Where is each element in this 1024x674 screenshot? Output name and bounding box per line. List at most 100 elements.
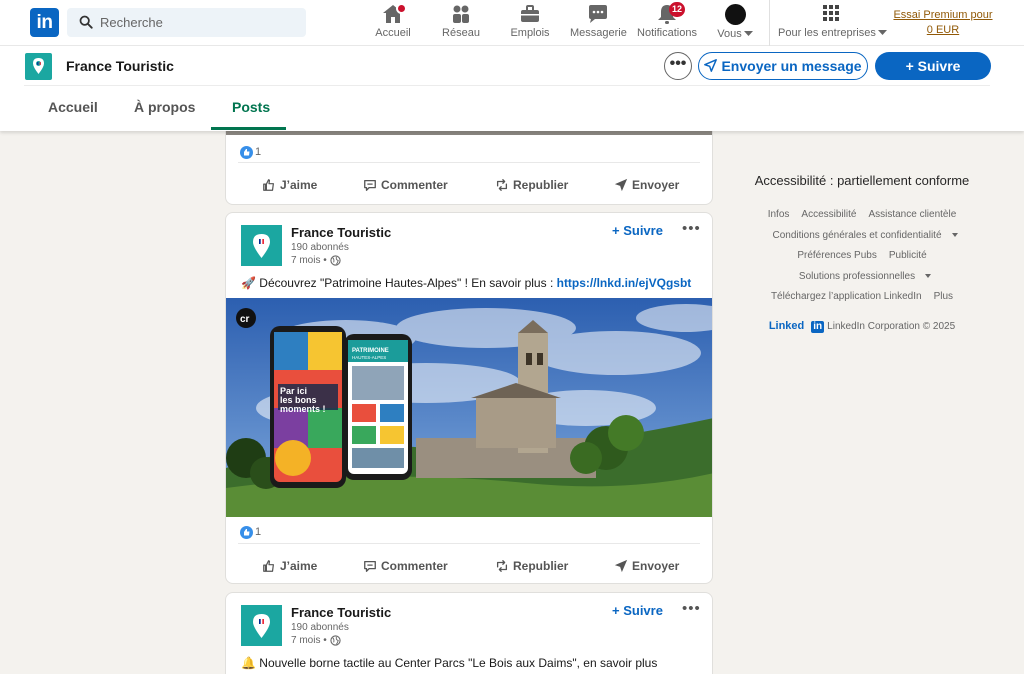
footer-link-business[interactable]: Solutions professionnelles	[793, 271, 932, 282]
accessibility-status[interactable]: Accessibilité : partiellement conforme	[735, 173, 989, 188]
send-message-label: Envoyer un message	[721, 58, 862, 74]
comment-icon	[364, 560, 376, 572]
footer-link-advertising[interactable]: Publicité	[889, 250, 927, 261]
nav-me-label-wrap: Vous	[712, 28, 758, 40]
author-logo[interactable]	[241, 225, 282, 266]
reaction-count[interactable]: 1	[240, 145, 261, 159]
post-time: 7 mois •	[291, 635, 341, 646]
follower-count: 190 abonnés	[291, 622, 349, 633]
follow-link[interactable]: + Suivre	[612, 223, 663, 238]
action-divider	[238, 543, 700, 544]
tab-about[interactable]: À propos	[134, 99, 195, 131]
page-header: France Touristic ••• Envoyer un message …	[0, 46, 1024, 131]
post-time: 7 mois •	[291, 255, 341, 266]
map-pin-icon	[253, 234, 270, 258]
bell-emoji-icon: 🔔	[241, 656, 256, 670]
repost-icon	[496, 178, 508, 191]
post-actions: J’aime Commenter Republier Envoyer	[226, 548, 712, 583]
nav-me-label: Vous	[717, 28, 742, 40]
home-icon	[381, 3, 407, 25]
send-button[interactable]: Envoyer	[614, 167, 679, 203]
copyright-text: LinkedIn Corporation © 2025	[827, 321, 956, 333]
post-author[interactable]: France Touristic	[291, 605, 391, 620]
like-button[interactable]: J’aime	[262, 167, 317, 203]
footer-links-row: Conditions générales et confidentialité	[735, 230, 989, 241]
like-label: J’aime	[280, 178, 318, 192]
linkedin-wordmark: Linked in	[763, 320, 825, 333]
linkedin-logo[interactable]: in	[30, 8, 59, 37]
footer-link-terms-label: Conditions générales et confidentialité	[772, 230, 942, 241]
nav-messaging[interactable]: Messagerie	[570, 3, 627, 43]
page-logo[interactable]	[25, 53, 52, 80]
map-pin-icon	[33, 58, 44, 74]
globe-icon	[330, 635, 341, 646]
post-link[interactable]: https://lnkd.in/ejVQgsbt	[557, 276, 692, 290]
like-reaction-icon	[240, 145, 253, 159]
post-text: 🔔 Nouvelle borne tactile au Center Parcs…	[241, 656, 701, 670]
repost-label: Republier	[513, 559, 569, 573]
search-icon	[79, 15, 93, 29]
footer-link-ad-prefs[interactable]: Préférences Pubs	[797, 250, 877, 261]
send-icon	[614, 178, 628, 191]
nav-network-label: Réseau	[442, 27, 480, 39]
phone-brand: PATRIMOINE	[352, 348, 389, 354]
comment-icon	[364, 179, 376, 191]
avatar	[724, 4, 746, 25]
footer-link-terms[interactable]: Conditions générales et confidentialité	[767, 230, 958, 241]
repost-icon	[496, 559, 508, 572]
author-logo[interactable]	[241, 605, 282, 646]
post-time-text: 7 mois •	[291, 255, 327, 267]
action-divider	[238, 162, 700, 163]
home-notification-dot	[396, 3, 407, 14]
search-bar[interactable]	[67, 8, 306, 37]
nav-business-label: Pour les entreprises	[778, 27, 876, 39]
post-image[interactable]: Par ici les bons moments ! PATRIMOINE HAUT…	[226, 298, 712, 517]
comment-button[interactable]: Commenter	[363, 167, 448, 203]
footer-link-help[interactable]: Assistance clientèle	[868, 209, 956, 220]
like-button[interactable]: J’aime	[262, 548, 317, 583]
nav-home-label: Accueil	[375, 27, 411, 39]
follow-link[interactable]: + Suivre	[612, 603, 663, 618]
nav-messaging-label: Messagerie	[570, 27, 627, 39]
nav-home[interactable]: Accueil	[370, 3, 416, 43]
global-nav: in Accueil Réseau Emplois Messagerie 12	[0, 0, 1024, 46]
footer-link-app[interactable]: Téléchargez l’application LinkedIn	[771, 291, 922, 302]
tab-home[interactable]: Accueil	[48, 99, 98, 131]
post-time-text: 7 mois •	[291, 635, 327, 647]
post-menu-button[interactable]: •••	[682, 220, 701, 237]
linkedin-wordmark-text: Linked	[768, 320, 805, 332]
nav-network[interactable]: Réseau	[438, 3, 484, 43]
send-message-button[interactable]: Envoyer un message	[698, 52, 868, 80]
nav-business[interactable]: Pour les entreprises	[778, 3, 887, 43]
post-card: France Touristic 190 abonnés 7 mois • + …	[225, 592, 713, 674]
nav-notifications[interactable]: 12 Notifications	[637, 2, 697, 43]
reaction-count[interactable]: 1	[240, 525, 261, 539]
thumbs-up-icon	[263, 559, 274, 572]
more-options-button[interactable]: •••	[664, 52, 692, 80]
repost-button[interactable]: Republier	[495, 548, 569, 583]
repost-button[interactable]: Republier	[495, 167, 568, 203]
footer-copyright: Linked in LinkedIn Corporation © 2025	[735, 320, 989, 333]
send-label: Envoyer	[632, 559, 680, 573]
follow-button[interactable]: + Suivre	[875, 52, 991, 80]
search-input[interactable]	[100, 8, 300, 37]
comment-button[interactable]: Commenter	[363, 548, 448, 583]
nav-jobs[interactable]: Emplois	[505, 3, 555, 43]
post-body: Découvrez "Patrimoine Hautes-Alpes" ! En…	[259, 276, 557, 290]
footer-links-row: Téléchargez l’application LinkedIn Plus	[735, 291, 989, 302]
nav-business-label-wrap: Pour les entreprises	[778, 27, 887, 39]
nav-me[interactable]: Vous	[712, 3, 758, 43]
header-divider	[24, 85, 990, 86]
send-button[interactable]: Envoyer	[614, 548, 680, 583]
footer-links-row: Solutions professionnelles	[735, 271, 989, 282]
cr-badge: cr	[240, 314, 250, 325]
footer-link-accessibility[interactable]: Accessibilité	[801, 209, 856, 220]
repost-label: Republier	[513, 178, 569, 192]
post-author[interactable]: France Touristic	[291, 225, 391, 240]
premium-trial-link[interactable]: Essai Premium pour 0 EUR	[890, 8, 996, 38]
footer-link-business-label: Solutions professionnelles	[798, 271, 916, 282]
footer-link-about[interactable]: Infos	[768, 209, 790, 220]
post-menu-button[interactable]: •••	[682, 600, 701, 617]
chevron-down-icon	[925, 274, 932, 279]
footer-link-more[interactable]: Plus	[934, 291, 953, 302]
